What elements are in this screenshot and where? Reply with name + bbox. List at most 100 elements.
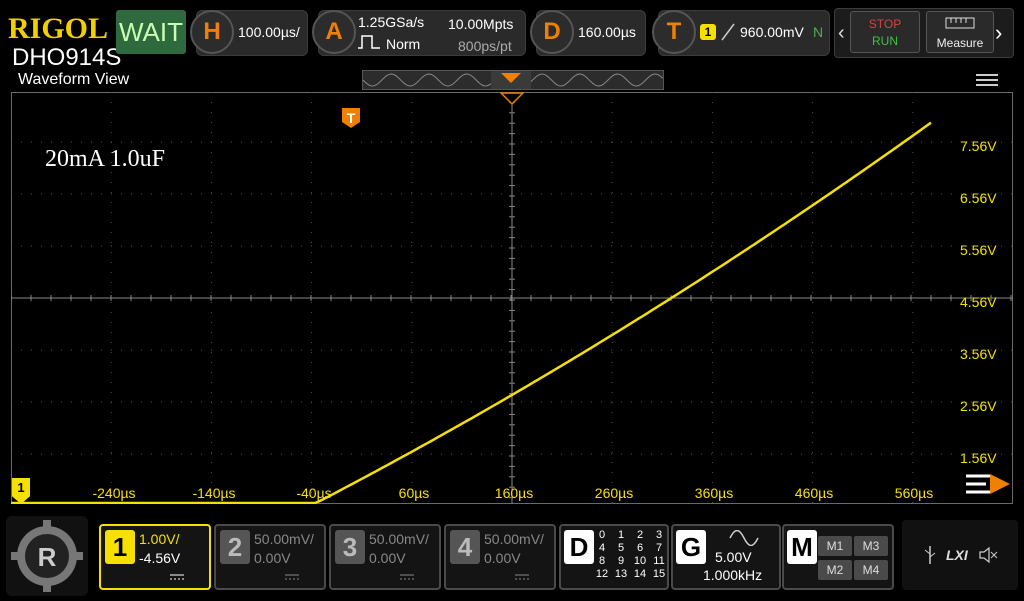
memory-overview-bar[interactable] — [362, 70, 664, 90]
digital-channels-panel[interactable]: D 0 1 2 3 4 5 6 7 8 9 10 11 12 13 14 15 — [559, 524, 669, 590]
acquire-mode: Norm — [386, 36, 421, 52]
chevron-left-icon[interactable]: ‹ — [838, 22, 845, 45]
math-m2-button[interactable]: M2 — [818, 560, 852, 580]
acquire-mode-icon — [358, 35, 380, 49]
time-axis-label: -240µs — [92, 485, 136, 501]
digital-bit-label: 15 — [652, 568, 666, 580]
math-panel[interactable]: M M1 M3 M2 M4 — [782, 524, 894, 590]
math-m1-button[interactable]: M1 — [818, 536, 852, 556]
svg-text:R: R — [38, 542, 57, 572]
acquisition-status[interactable]: WAIT — [116, 10, 186, 54]
trigger-position-marker-icon[interactable] — [500, 92, 524, 106]
digital-bit-label: 8 — [598, 555, 606, 567]
voltage-axis-label: 6.56V — [960, 190, 997, 206]
voltage-axis-label: 2.56V — [960, 398, 997, 414]
digital-bit-label: 12 — [595, 568, 609, 580]
generator-label: G — [676, 530, 706, 564]
voltage-axis-label: 3.56V — [960, 346, 997, 362]
digital-bit-label: 7 — [655, 542, 663, 554]
dc-coupling-icon — [400, 574, 414, 580]
channel-offset: -4.56V — [139, 550, 181, 566]
math-m3-button[interactable]: M3 — [854, 536, 888, 556]
dc-coupling-icon — [170, 574, 184, 580]
trigger-sweep-mode: N — [813, 24, 824, 40]
annotation-label: 20mA 1.0uF — [45, 146, 166, 172]
channel-scale: 50.00mV/ — [369, 531, 429, 547]
digital-bit-label: 2 — [636, 529, 644, 541]
ruler-icon — [945, 17, 975, 29]
resolution: 800ps/pt — [458, 38, 512, 54]
time-axis-label: 560µs — [894, 485, 934, 501]
digital-bit-label: 1 — [617, 529, 625, 541]
time-axis-label: 460µs — [794, 485, 834, 501]
digital-bit-label: 13 — [614, 568, 628, 580]
model-name: DHO914S — [12, 44, 122, 71]
channel-scale: 50.00mV/ — [254, 531, 314, 547]
voltage-axis-label: 7.56V — [960, 138, 997, 154]
trigger-source-badge: 1 — [700, 24, 716, 40]
measure-label: Measure — [936, 36, 984, 50]
digital-bit-label: 5 — [617, 542, 625, 554]
channel-2-panel[interactable]: 2 50.00mV/0.00V — [214, 524, 326, 590]
generator-amplitude: 5.00V — [715, 549, 752, 565]
chevron-right-icon[interactable]: › — [995, 20, 1002, 46]
digital-bit-label: 10 — [633, 555, 647, 567]
time-axis-label: -40µs — [296, 485, 332, 501]
voltage-axis-label: 1.56V — [960, 450, 997, 466]
channel-scale: 50.00mV/ — [484, 531, 544, 547]
stop-label: STOP — [868, 17, 902, 31]
time-axis-label: 260µs — [594, 485, 634, 501]
trigger-level: 960.00mV — [740, 24, 804, 40]
time-axis-label: 160µs — [494, 485, 534, 501]
digital-bit-label: 11 — [653, 555, 665, 567]
channel-scale: 1.00V/ — [139, 531, 180, 547]
overview-wave-icon — [362, 71, 664, 89]
digital-bit-label: 0 — [598, 529, 606, 541]
trigger-level-arrows-icon[interactable] — [962, 468, 1012, 500]
digital-bit-label: 6 — [636, 542, 644, 554]
channel-offset: 0.00V — [369, 550, 406, 566]
channel-4-panel[interactable]: 4 50.00mV/0.00V — [444, 524, 556, 590]
digital-label: D — [564, 530, 594, 564]
menu-icon[interactable] — [976, 72, 998, 88]
memory-depth: 10.00Mpts — [448, 16, 514, 32]
channel-offset: 0.00V — [254, 550, 291, 566]
digital-bit-label: 9 — [617, 555, 625, 567]
digital-bit-label: 3 — [655, 529, 663, 541]
voltage-axis-label: 5.56V — [960, 242, 997, 258]
channel-number: 2 — [220, 530, 250, 564]
sample-rate: 1.25GSa/s — [358, 14, 425, 30]
voltage-axis-label: 4.56V — [960, 294, 997, 310]
channel-offset: 0.00V — [484, 550, 521, 566]
stop-run-button[interactable]: STOP RUN — [850, 11, 920, 53]
waveform-view-title: Waveform View — [18, 71, 130, 88]
home-button[interactable]: R — [6, 516, 88, 596]
status-icons-panel: LXI — [902, 520, 1018, 590]
usb-icon — [924, 546, 936, 564]
channel-1-panel[interactable]: 1 1.00V/ -4.56V — [99, 524, 211, 590]
time-axis-label: 360µs — [694, 485, 734, 501]
dc-coupling-icon — [285, 574, 299, 580]
timebase-value: 100.00µs/ — [238, 24, 300, 40]
measure-button[interactable]: Measure — [926, 11, 994, 53]
generator-panel[interactable]: G 5.00V 1.000kHz — [671, 524, 781, 590]
delay-button[interactable]: D — [530, 10, 574, 54]
acquire-button[interactable]: A — [312, 10, 356, 54]
sine-wave-icon — [729, 530, 759, 546]
math-m4-button[interactable]: M4 — [854, 560, 888, 580]
trigger-button[interactable]: T — [652, 10, 696, 54]
dc-coupling-icon — [515, 574, 529, 580]
time-axis-label: -140µs — [192, 485, 236, 501]
digital-bit-label: 4 — [598, 542, 606, 554]
speaker-muted-icon[interactable] — [978, 546, 998, 564]
lxi-label: LXI — [946, 547, 968, 563]
run-label: RUN — [872, 34, 898, 48]
rigol-gear-icon: R — [11, 520, 83, 592]
horizontal-button[interactable]: H — [190, 10, 234, 54]
digital-bit-label: 14 — [633, 568, 647, 580]
rising-edge-icon — [721, 23, 735, 41]
generator-frequency: 1.000kHz — [703, 567, 763, 583]
channel-number: 1 — [105, 530, 135, 564]
time-axis-label: 60µs — [398, 485, 430, 501]
channel-3-panel[interactable]: 3 50.00mV/0.00V — [329, 524, 441, 590]
